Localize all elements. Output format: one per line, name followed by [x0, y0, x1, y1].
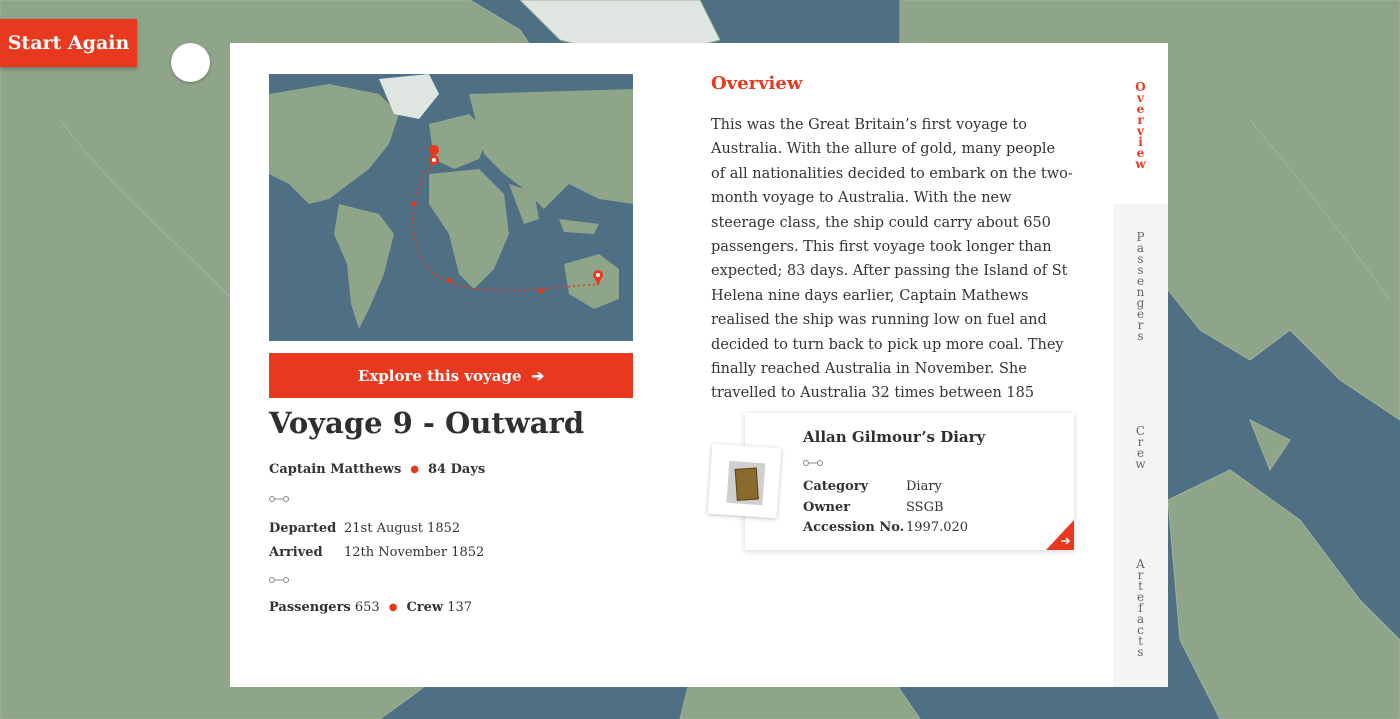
passengers-crew-line: Passengers 653 ● Crew 137: [269, 600, 472, 615]
tab-passengers-label: Passengers: [1133, 229, 1148, 340]
accession-value: 1997.020: [906, 520, 969, 535]
separator-dot-icon: ●: [388, 602, 398, 613]
artefact-title: Allan Gilmour’s Diary: [803, 428, 986, 446]
arrived-row: Arrived 12th November 1852: [269, 541, 484, 565]
tab-artefacts-label: Artefacts: [1133, 557, 1148, 656]
round-toggle-button[interactable]: [171, 43, 210, 82]
voyage-title: Voyage 9 - Outward: [269, 406, 585, 440]
tab-crew[interactable]: Crew: [1113, 365, 1168, 526]
category-label: Category: [803, 479, 869, 494]
arrived-label: Arrived: [269, 545, 323, 560]
open-artefact-arrow-icon[interactable]: [1046, 520, 1074, 550]
tab-passengers[interactable]: Passengers: [1113, 204, 1168, 365]
passengers-label: Passengers: [269, 600, 351, 615]
accession-label: Accession No.: [803, 520, 905, 535]
divider-icon: [269, 496, 289, 502]
departed-label: Departed: [269, 521, 337, 536]
divider-icon: [269, 577, 289, 583]
voyage-panel: Explore this voyage ➔ Voyage 9 - Outward…: [230, 43, 1168, 687]
category-value: Diary: [906, 479, 942, 494]
tab-crew-label: Crew: [1133, 423, 1148, 468]
arrived-value: 12th November 1852: [344, 545, 485, 560]
explore-voyage-button[interactable]: Explore this voyage ➔: [269, 353, 633, 398]
owner-value: SSGB: [906, 499, 944, 515]
start-again-button[interactable]: Start Again: [0, 19, 137, 67]
divider-icon: [803, 460, 823, 466]
diary-image: [726, 460, 766, 506]
departed-value: 21st August 1852: [344, 521, 461, 536]
voyage-dates: Departed 21st August 1852 Arrived 12th Nov…: [269, 517, 484, 565]
departed-row: Departed 21st August 1852: [269, 517, 484, 541]
captain-duration-line: Captain Matthews ● 84 Days: [269, 462, 485, 477]
overview-heading: Overview: [711, 73, 803, 94]
route-map-svg: [269, 74, 633, 341]
explore-voyage-label: Explore this voyage: [357, 366, 522, 385]
book-icon: [734, 467, 759, 501]
accession-row: Accession No. 1997.020: [803, 518, 968, 539]
tab-artefacts[interactable]: Artefacts: [1113, 526, 1168, 687]
voyage-duration: 84 Days: [428, 462, 486, 477]
diary-thumbnail[interactable]: [707, 443, 782, 519]
tab-overview[interactable]: Overview: [1113, 43, 1168, 204]
owner-label: Owner: [803, 499, 851, 515]
passengers-value: 653: [354, 600, 380, 615]
separator-dot-icon: ●: [410, 464, 419, 475]
arrow-right-icon: ➔: [531, 366, 545, 385]
crew-label: Crew: [406, 600, 444, 615]
artefact-details: Category Diary Owner SSGB Accession No. 199…: [803, 477, 968, 539]
tab-overview-label: Overview: [1133, 79, 1148, 168]
owner-row: Owner SSGB: [803, 498, 968, 519]
captain-name: Captain Matthews: [269, 462, 402, 477]
category-row: Category Diary: [803, 477, 968, 498]
section-tabs: Overview Passengers Crew Artefacts: [1113, 43, 1168, 687]
crew-value: 137: [447, 600, 473, 615]
overview-text: This was the Great Britain’s first voyag…: [711, 117, 1073, 402]
voyage-route-map: [269, 74, 633, 341]
